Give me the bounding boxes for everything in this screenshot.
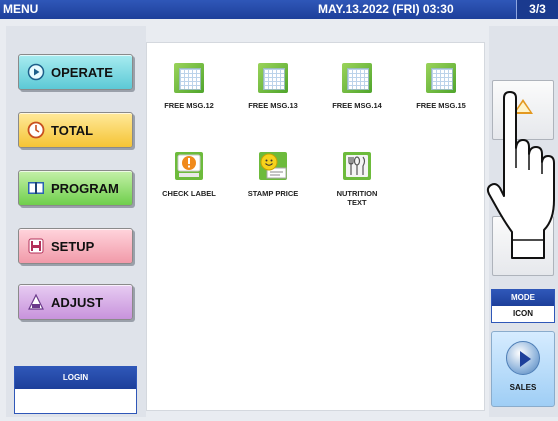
clock-icon <box>27 121 45 139</box>
scroll-up-button[interactable] <box>492 80 554 140</box>
operate-button[interactable]: OPERATE <box>18 54 133 90</box>
tile-label: FREE MSG.12 <box>164 101 214 110</box>
adjust-label: ADJUST <box>51 294 104 310</box>
login-label: LOGIN <box>15 367 136 389</box>
icon-grid: FREE MSG.12 FREE MSG.13 FREE MSG.14 FREE… <box>146 42 485 411</box>
document-grid-icon <box>174 63 204 93</box>
document-grid-icon <box>342 63 372 93</box>
smiley-stamp-icon <box>258 151 288 181</box>
tile-label: NUTRITION TEXT <box>317 189 397 207</box>
setup-label: SETUP <box>51 238 95 254</box>
mode-indicator[interactable]: MODE ICON <box>491 289 555 323</box>
page-indicator: 3/3 <box>516 0 558 19</box>
tile-label: FREE MSG.15 <box>416 101 466 110</box>
cutlery-icon <box>342 151 372 181</box>
total-button[interactable]: TOTAL <box>18 112 133 148</box>
adjust-button[interactable]: ADJUST <box>18 284 133 320</box>
tile-check-label[interactable]: CHECK LABEL <box>149 151 229 198</box>
program-button[interactable]: PROGRAM <box>18 170 133 206</box>
play-disc-icon <box>506 341 540 375</box>
book-icon <box>27 179 45 197</box>
document-grid-icon <box>426 63 456 93</box>
tile-label-line2: TEXT <box>347 198 367 207</box>
tile-label: FREE MSG.14 <box>332 101 382 110</box>
tile-label-line1: NUTRITION <box>336 189 378 198</box>
mode-value: ICON <box>513 309 533 318</box>
sales-label: SALES <box>509 383 537 392</box>
tile-free-msg-12[interactable]: FREE MSG.12 <box>149 63 229 110</box>
operate-label: OPERATE <box>51 64 113 80</box>
title-bar: MENU MAY.13.2022 (FRI) 03:30 3/3 <box>0 0 558 19</box>
scale-menu-screen: MENU MAY.13.2022 (FRI) 03:30 3/3 OPERATE… <box>0 0 558 421</box>
sales-button[interactable]: SALES <box>491 331 555 407</box>
tile-label: STAMP PRICE <box>247 189 299 198</box>
screen-title: MENU <box>3 2 39 16</box>
play-circle-icon <box>27 63 45 81</box>
datetime-display: MAY.13.2022 (FRI) 03:30 <box>318 2 454 16</box>
total-label: TOTAL <box>51 122 94 138</box>
setup-button[interactable]: SETUP <box>18 228 133 264</box>
alert-label-icon <box>174 151 204 181</box>
tile-label: CHECK LABEL <box>162 189 216 198</box>
tile-nutrition-text[interactable]: NUTRITION TEXT <box>317 151 397 207</box>
right-panel: MODE ICON SALES <box>489 26 558 417</box>
tile-stamp-price[interactable]: STAMP PRICE <box>233 151 313 198</box>
program-label: PROGRAM <box>51 180 119 196</box>
document-grid-icon <box>258 63 288 93</box>
left-menu-panel: OPERATE TOTAL PROGRAM SETUP ADJUST LOGIN <box>6 26 146 417</box>
scroll-down-button[interactable] <box>492 216 554 276</box>
triangle-up-icon <box>513 99 533 114</box>
tile-free-msg-14[interactable]: FREE MSG.14 <box>317 63 397 110</box>
login-field[interactable]: LOGIN <box>14 366 137 414</box>
mode-label: MODE <box>492 290 554 306</box>
tile-free-msg-15[interactable]: FREE MSG.15 <box>401 63 481 110</box>
tile-free-msg-13[interactable]: FREE MSG.13 <box>233 63 313 110</box>
tile-label: FREE MSG.13 <box>248 101 298 110</box>
tools-icon <box>27 237 45 255</box>
scale-icon <box>27 293 45 311</box>
